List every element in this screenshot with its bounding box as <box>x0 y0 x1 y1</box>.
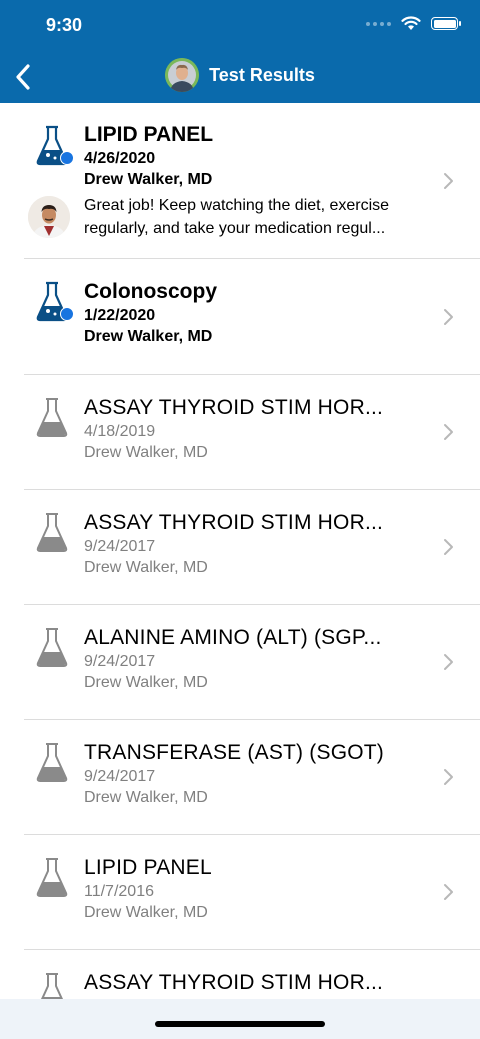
result-provider: Drew Walker, MD <box>84 328 213 345</box>
result-provider: Drew Walker, MD <box>84 789 208 806</box>
flask-icon <box>40 973 64 999</box>
chevron-right-icon <box>444 769 453 785</box>
result-row[interactable]: LIPID PANEL 11/7/2016 Drew Walker, MD <box>24 835 480 950</box>
result-date: 9/24/2017 <box>84 538 156 555</box>
result-provider: Drew Walker, MD <box>84 559 208 576</box>
result-row[interactable]: TRANSFERASE (AST) (SGOT) 9/24/2017 Drew … <box>24 720 480 835</box>
result-row[interactable]: ASSAY THYROID STIM HOR... <box>24 950 480 999</box>
unread-indicator <box>60 151 74 165</box>
flask-icon <box>36 858 68 897</box>
flask-icon <box>36 628 68 667</box>
app-header: 9:30 Test Results <box>0 0 480 103</box>
result-row[interactable]: ASSAY THYROID STIM HOR... 4/18/2019 Drew… <box>24 375 480 490</box>
result-row[interactable]: LIPID PANEL 4/26/2020 Drew Walker, MD Gr… <box>24 103 480 259</box>
result-provider: Drew Walker, MD <box>84 444 208 461</box>
unread-indicator <box>60 307 74 321</box>
flask-icon <box>36 513 68 552</box>
signal-icon <box>366 21 391 26</box>
result-date: 4/26/2020 <box>84 150 156 167</box>
result-row[interactable]: ALANINE AMINO (ALT) (SGP... 9/24/2017 Dr… <box>24 605 480 720</box>
result-row[interactable]: Colonoscopy 1/22/2020 Drew Walker, MD <box>24 259 480 375</box>
wifi-icon <box>401 16 421 30</box>
status-time: 9:30 <box>46 15 83 35</box>
chevron-right-icon <box>444 884 453 900</box>
result-date: 9/24/2017 <box>84 768 156 785</box>
page-title: Test Results <box>209 64 315 85</box>
result-provider: Drew Walker, MD <box>84 904 208 921</box>
flask-icon <box>36 398 68 437</box>
result-title: Colonoscopy <box>84 280 218 303</box>
chevron-right-icon <box>444 172 453 189</box>
bottom-safe-area <box>0 999 480 1039</box>
result-provider: Drew Walker, MD <box>84 674 208 691</box>
result-date: 4/18/2019 <box>84 423 156 440</box>
provider-avatar <box>28 196 70 238</box>
result-row[interactable]: ASSAY THYROID STIM HOR... 9/24/2017 Drew… <box>24 490 480 605</box>
result-provider: Drew Walker, MD <box>84 171 213 188</box>
test-results-list: LIPID PANEL 4/26/2020 Drew Walker, MD Gr… <box>0 103 480 999</box>
user-avatar[interactable] <box>165 58 200 92</box>
result-date: 11/7/2016 <box>84 883 154 900</box>
chevron-right-icon <box>444 539 453 555</box>
result-title: ASSAY THYROID STIM HOR... <box>84 396 384 419</box>
home-indicator[interactable] <box>155 1021 325 1027</box>
nav-title-group: Test Results <box>0 58 480 92</box>
flask-icon <box>36 743 68 782</box>
result-date: 9/24/2017 <box>84 653 156 670</box>
result-title: LIPID PANEL <box>84 123 214 146</box>
chevron-right-icon <box>444 654 453 670</box>
result-title: ALANINE AMINO (ALT) (SGP... <box>84 626 382 649</box>
chevron-right-icon <box>444 424 453 440</box>
result-title: ASSAY THYROID STIM HOR... <box>84 971 384 994</box>
result-date: 1/22/2020 <box>84 307 156 324</box>
result-title: ASSAY THYROID STIM HOR... <box>84 511 384 534</box>
provider-comment: Great job! Keep watching the diet, exerc… <box>84 197 390 237</box>
chevron-right-icon <box>444 308 453 325</box>
status-icons <box>366 16 461 31</box>
result-title: TRANSFERASE (AST) (SGOT) <box>84 741 384 764</box>
result-title: LIPID PANEL <box>84 856 212 879</box>
battery-icon <box>431 17 461 30</box>
